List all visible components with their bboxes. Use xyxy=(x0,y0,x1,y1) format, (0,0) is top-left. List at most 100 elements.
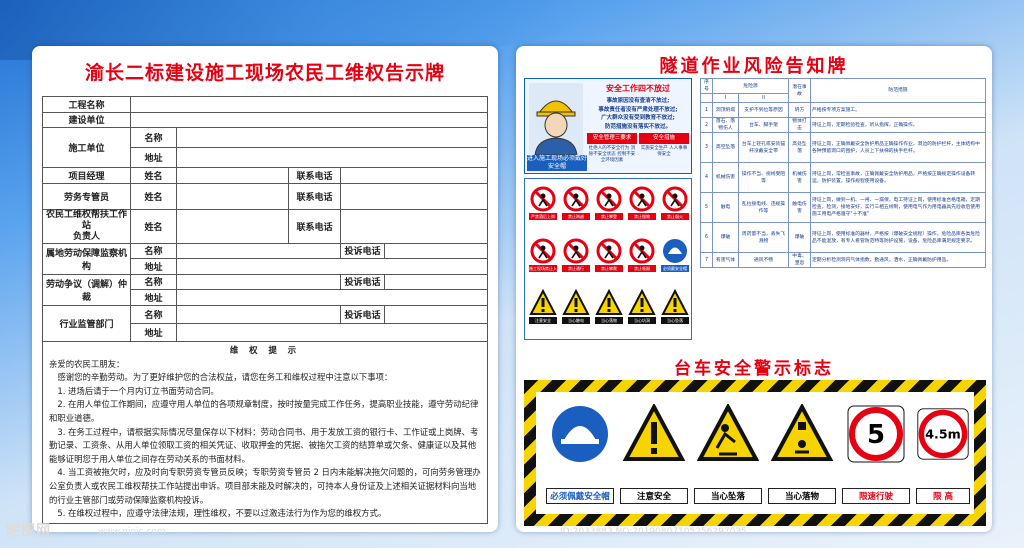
safety-heading: 安全工作四不放过 xyxy=(606,84,670,93)
risk-cell-measure: 严格按专项方案施工。 xyxy=(810,102,986,118)
sign-falling-object: 当心落物 xyxy=(768,404,836,504)
warning-triangle-icon xyxy=(529,289,557,315)
risk-cell-measure: 定期分析检测洞内气体指数，勤通风，洒水，正确佩戴防护用品。 xyxy=(810,252,986,268)
warning-sign: 当心落物 xyxy=(595,289,623,324)
worker-label: 进入施工现场必须戴好安全帽 xyxy=(527,155,588,171)
safety-lines: 事故原因没有查清不放过; 事故责任者没有严肃处理不放过; 广大群众没有受到教育不… xyxy=(598,98,678,130)
label-phone: 联系电话 xyxy=(288,167,341,184)
risk-cell-no: 4 xyxy=(700,162,713,193)
label-regulator: 行业监管部门 xyxy=(42,304,131,342)
sign-caption: 注意安全 xyxy=(529,317,557,324)
warning-sign: 注意安全 xyxy=(529,289,557,324)
risk-cell-cat: 触电 xyxy=(712,192,739,223)
fall-icon xyxy=(697,404,759,461)
label-address: 地址 xyxy=(130,289,177,306)
sign-helmet: 必须佩戴安全帽 xyxy=(546,404,614,504)
prohibition-icon xyxy=(629,186,655,212)
sign-caption: 禁止通行 xyxy=(562,265,590,272)
risk-row: 5 触电 乱拉接电线、违规操作等 触电伤害 持证上岗，做到一机、一闸、一漏保，电工持证上… xyxy=(700,192,986,223)
sign-caption: 禁止吸烟 xyxy=(628,265,656,272)
warning-sign: 当心坠落 xyxy=(661,289,689,324)
risk-cell-no: 2 xyxy=(700,117,713,133)
watermark-id: ID:2033883 NO:20190807105256297035 xyxy=(560,527,747,537)
risk-cell-cat: 高空坠落 xyxy=(712,132,739,163)
prohibition-icon xyxy=(530,186,556,212)
prohibition-icon xyxy=(629,238,655,264)
risk-cell-accident: 机械伤害 xyxy=(788,162,811,193)
sign-caption: 当心触电 xyxy=(562,317,590,324)
notice-line: 3. 在务工过程中，请根据实际情况尽量保存以下材料：劳动合同书、用于发放工资的银… xyxy=(49,426,479,464)
risk-row: 6 爆破 周药量不当，丢失飞溅物 爆破 持证上岗，使用标准的器材，严格按（爆破安全规程）… xyxy=(700,222,986,253)
watermark-site: www.nipic.com xyxy=(98,527,166,537)
risk-cell-cause: 台车、脚手架 xyxy=(738,117,789,133)
label-labor-monitor: 属地劳动保障监察机构 xyxy=(42,242,131,275)
label-arbitration: 劳动争议（调解）仲裁 xyxy=(42,273,131,306)
sign-caption: 当心坠落 xyxy=(661,317,689,324)
risk-cell-measure: 持证上岗，定期检验检查，听从指挥，正确操作。 xyxy=(810,117,986,133)
label-helper: 农民工维权帮扶工作站 负责人 xyxy=(42,208,131,244)
label-name: 名称 xyxy=(130,304,177,324)
sign-caption: 严禁酒后上岗 xyxy=(529,213,557,220)
prohibition-sign: 禁止通行 xyxy=(562,237,590,272)
risk-cell-no: 7 xyxy=(700,252,713,268)
trolley-sign-title: 台车安全警示标志 xyxy=(674,359,834,379)
sign-caution: 注意安全 xyxy=(620,404,688,504)
label-name: 名称 xyxy=(130,242,177,259)
risk-cell-accident: 高处坠落 xyxy=(788,132,811,163)
notice-line: 亲爱的农民工朋友： xyxy=(49,358,125,369)
prohibition-icon xyxy=(530,238,556,264)
sign-caption: 禁止抛物 xyxy=(628,213,656,220)
notice-line: 1. 进场后请于一个月内订立书面劳动合同。 xyxy=(49,385,219,396)
small-right: 实施安全生产 人人事事保安全 xyxy=(640,146,688,157)
sign-caption: 禁止攀登 xyxy=(595,213,623,220)
risk-cell-accident: 坍方 xyxy=(788,102,811,118)
label-name: 名称 xyxy=(130,127,177,148)
helmet-icon xyxy=(663,239,687,263)
prohibition-icon xyxy=(596,238,622,264)
prohibition-sign: 必须戴安全帽 xyxy=(661,237,689,272)
risk-cell-cause: 周药量不当，丢失飞溅物 xyxy=(738,222,789,253)
sign-label: 注意安全 xyxy=(620,488,688,504)
label-labor-officer: 劳务专管员 xyxy=(42,182,131,210)
tunnel-risk-board: 隧道作业风险告知牌 进入施工现场必须戴好安全帽 安全工作四不放过 事故原因没有查… xyxy=(516,46,992,532)
rights-notice: 维 权 提 示 亲爱的农民工朋友： 感谢您的辛勤劳动。为了更好维护您的合法权益，… xyxy=(42,342,488,524)
risk-table: 序号 危险源 潜在事故 防范措施 I II 1 洞顶坍塌 支护不到位等原因 坍方 严格按专项方案… xyxy=(700,78,986,268)
sign-caption: 施工现场禁止入内 xyxy=(529,265,557,272)
risk-cell-cat: 落石、落物伤人 xyxy=(712,117,739,133)
label-phone: 联系电话 xyxy=(288,182,341,210)
risk-cell-no: 3 xyxy=(700,132,713,163)
risk-cell-measure: 持证上岗，常检查事故，正确佩戴安全防护用品，严格按正确规定操作设备转运，防护装置… xyxy=(810,162,986,193)
label-person-name: 姓名 xyxy=(130,208,177,244)
caution-icon xyxy=(623,404,685,461)
risk-head: 序号 xyxy=(700,78,713,94)
risk-head: 危险源 xyxy=(712,78,789,94)
prohibition-sign: 严禁酒后上岗 xyxy=(529,185,557,220)
risk-cell-measure: 持证上岗，正确佩戴安全防护用品正确操作作业，洞边的防护栏杆，主体结构中各种预留洞… xyxy=(810,132,986,163)
risk-cell-no: 5 xyxy=(700,192,713,223)
label-name: 名称 xyxy=(130,273,177,290)
sign-caption: 当心坑洞 xyxy=(628,317,656,324)
prohibition-icon xyxy=(563,238,589,264)
notice-heading: 维 权 提 示 xyxy=(229,345,301,355)
label-complaint-phone: 投诉电话 xyxy=(340,242,385,259)
risk-subhead: II xyxy=(738,93,789,103)
prohibition-sign: 禁止攀登 xyxy=(595,185,623,220)
helmet-icon xyxy=(552,406,608,462)
speed-limit-icon: 5 xyxy=(847,405,905,463)
risk-cell-cat: 机械伤害 xyxy=(712,162,739,193)
risk-cell-no: 6 xyxy=(700,222,713,253)
risk-cell-accident: 物体打击 xyxy=(788,117,811,133)
risk-cell-measure: 持证上岗，使用标准的器材，严格按（爆破安全规程）操作，危险品库各类危险品不能混放… xyxy=(810,222,986,253)
speed-value: 5 xyxy=(867,420,885,450)
risk-cell-cat: 有害气体 xyxy=(712,252,739,268)
worker-rights-board: 渝长二标建设施工现场农民工维权告示牌 工程名称 建设单位 施工单位 名称 地址 … xyxy=(32,46,498,532)
info-table: 工程名称 建设单位 施工单位 名称 地址 项目经理 姓名 联系电话 劳务专管员 … xyxy=(42,96,488,342)
label-address: 地址 xyxy=(130,147,177,168)
notice-line: 感谢您的辛勤劳动。为了更好维护您的合法权益，请您在务工和维权过程中注意以下事项： xyxy=(49,372,393,383)
sign-label: 限速行驶 xyxy=(842,488,910,504)
label-contractor: 施工单位 xyxy=(42,127,131,168)
small-left: 杜绝人的不安全行为 消除不安全状态 控制不安全环境因素 xyxy=(588,146,636,163)
warning-triangle-icon xyxy=(595,289,623,315)
risk-cell-accident: 触电伤害 xyxy=(788,192,811,223)
label-complaint-phone: 投诉电话 xyxy=(340,304,385,324)
